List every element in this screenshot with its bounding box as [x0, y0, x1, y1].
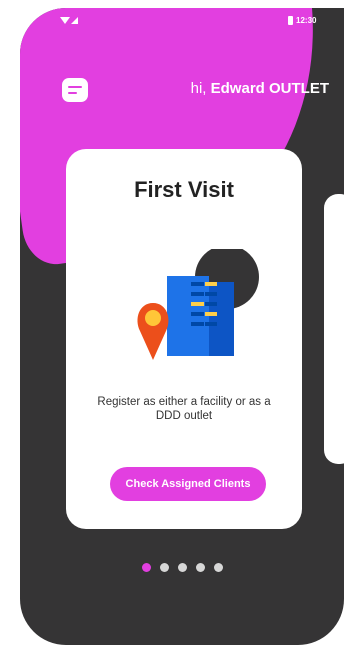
pin-center-shape: [145, 310, 161, 326]
menu-icon-line-bottom: [68, 92, 77, 94]
user-role: OUTLET: [269, 80, 329, 97]
card-description: Register as either a facility or as a DD…: [97, 396, 271, 422]
building-location-illustration: [137, 249, 259, 360]
status-bar: 12:30: [20, 8, 344, 32]
page-dot[interactable]: [214, 563, 223, 572]
battery-icon: [288, 16, 293, 25]
page-dot[interactable]: [160, 563, 169, 572]
signal-icon: [71, 17, 78, 24]
greeting: hi, Edward OUTLET: [191, 80, 329, 97]
app-screen: 12:30 hi, Edward OUTLET First Visit Regi…: [20, 8, 344, 645]
next-card-preview[interactable]: [324, 194, 344, 464]
wifi-icon: [60, 17, 70, 24]
page-dot[interactable]: [178, 563, 187, 572]
menu-button[interactable]: [62, 78, 88, 102]
user-name: Edward: [210, 80, 265, 97]
card-title: First Visit: [134, 177, 234, 202]
pagination-dots: [142, 559, 232, 572]
check-assigned-clients-button[interactable]: Check Assigned Clients: [110, 467, 266, 501]
status-time: 12:30: [296, 16, 317, 25]
greeting-prefix: hi,: [190, 80, 211, 97]
menu-icon-line-top: [68, 86, 82, 88]
first-visit-card[interactable]: First Visit Register as either a facilit…: [66, 149, 302, 529]
page-dot-active[interactable]: [142, 563, 151, 572]
page-dot[interactable]: [196, 563, 205, 572]
